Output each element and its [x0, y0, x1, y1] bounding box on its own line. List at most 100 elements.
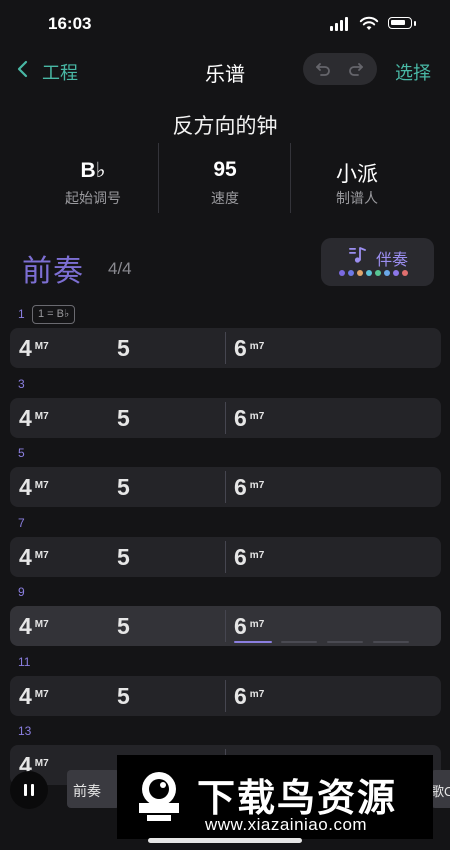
redo-icon[interactable]: [348, 62, 366, 76]
info-divider: [158, 143, 159, 213]
bird-logo-icon: [139, 772, 179, 821]
measure-row[interactable]: 4M7 5 6m7: [10, 606, 441, 646]
chord-degree: 5: [117, 682, 130, 709]
tempo-value: 95: [213, 158, 237, 181]
instrument-dot: [366, 270, 372, 276]
beat-progress-segment: [281, 641, 317, 643]
chord-quality: M7: [34, 480, 49, 491]
tempo-label: 速度: [211, 190, 239, 206]
chord[interactable]: 4 M7: [19, 474, 49, 501]
key-info[interactable]: B♭ 起始调号: [28, 158, 158, 208]
player-next-chip[interactable]: 歌C: [431, 770, 450, 808]
home-indicator[interactable]: [148, 838, 302, 843]
info-divider: [290, 143, 291, 213]
instrument-dot: [339, 270, 345, 276]
chord[interactable]: 5: [117, 335, 130, 362]
tempo-info[interactable]: 95 速度: [160, 158, 290, 208]
bar-line: [225, 610, 226, 642]
bar-line: [225, 401, 226, 434]
chord-quality: m7: [249, 410, 265, 422]
undo-redo-group: [303, 53, 377, 85]
accompaniment-button[interactable]: 伴奏: [321, 238, 434, 286]
author-info[interactable]: 小派 制谱人: [292, 158, 422, 208]
bar-number: 7: [18, 515, 25, 530]
watermark-banner: 下载鸟资源 www.xiazainiao.com: [117, 755, 433, 839]
key-value: B♭: [80, 159, 106, 182]
beat-progress-segment: [234, 641, 272, 643]
chord[interactable]: 5: [117, 683, 130, 710]
chord-degree: 4: [19, 404, 32, 431]
chord[interactable]: 6m7: [234, 405, 264, 432]
beat-progress-segment: [327, 641, 363, 643]
chord[interactable]: 5: [117, 613, 130, 640]
bar-number: 5: [18, 446, 25, 460]
chevron-left-icon[interactable]: [16, 60, 30, 78]
player-section-chip[interactable]: 前奏: [67, 770, 120, 808]
bar-number: 1: [18, 307, 25, 321]
bar-number: 11: [18, 654, 31, 669]
select-button[interactable]: 选择: [395, 59, 431, 85]
chord[interactable]: 4 M7: [19, 335, 49, 362]
chord-degree: 6: [234, 682, 247, 709]
chord[interactable]: 6m7: [234, 474, 264, 501]
chord-quality: m7: [249, 688, 265, 700]
chord[interactable]: 6m7: [234, 683, 264, 710]
music-note-icon: [349, 247, 366, 263]
measure-row[interactable]: 4M7 5 6m7: [10, 397, 441, 438]
instrument-dot: [348, 270, 354, 276]
chord-quality: M7: [34, 341, 49, 352]
chord-quality: M7: [34, 758, 49, 769]
chord-degree: 5: [117, 613, 130, 639]
back-button[interactable]: 工程: [42, 59, 78, 85]
bar-line: [225, 471, 226, 503]
chord[interactable]: 5: [117, 544, 130, 571]
chord-quality: m7: [249, 619, 265, 630]
beat-progress-segment: [373, 641, 409, 643]
chord[interactable]: 4 M7: [19, 544, 49, 571]
chord[interactable]: 6m7: [234, 335, 264, 362]
instrument-dot: [402, 270, 408, 276]
song-title[interactable]: 反方向的钟: [0, 110, 450, 140]
chord[interactable]: 4 M7: [19, 683, 49, 710]
battery-icon: [388, 17, 412, 29]
measure-row[interactable]: 4M7 5 6m7: [10, 467, 441, 507]
chord-degree: 6: [234, 335, 247, 361]
chord-degree: 5: [117, 404, 130, 431]
chord-degree: 6: [234, 613, 247, 639]
chord[interactable]: 4 M7: [19, 613, 49, 640]
accompaniment-label: 伴奏: [376, 252, 409, 269]
chord[interactable]: 4 M7: [19, 405, 49, 432]
chord-degree: 5: [117, 543, 130, 570]
player-chip-label: 前奏: [73, 783, 101, 799]
chord-quality: M7: [34, 619, 49, 630]
chord-quality: M7: [34, 410, 49, 422]
section-name[interactable]: 前奏: [22, 246, 84, 290]
chord[interactable]: 6m7: [234, 544, 264, 571]
wifi-icon: [359, 16, 379, 30]
author-value: 小派: [336, 163, 378, 186]
bar-number: 3: [18, 376, 25, 391]
chord-degree: 4: [19, 682, 32, 709]
key-badge[interactable]: 1 = B♭: [32, 305, 76, 324]
time-signature: 4/4: [108, 259, 132, 278]
bar-number: 13: [18, 724, 32, 738]
pause-button[interactable]: [10, 771, 48, 809]
chord[interactable]: 5: [117, 405, 130, 432]
chord[interactable]: 6m7: [234, 613, 264, 640]
measure-row[interactable]: 4M7 5 6m7: [10, 328, 441, 368]
chord-degree: 5: [117, 474, 130, 500]
instrument-dot: [384, 270, 390, 276]
author-label: 制谱人: [336, 190, 378, 206]
measure-row[interactable]: 4M7 5 6m7: [10, 536, 441, 577]
chord[interactable]: 5: [117, 474, 130, 501]
bar-line: [225, 679, 226, 712]
undo-icon[interactable]: [313, 62, 331, 76]
bar-line: [225, 540, 226, 573]
chord-degree: 6: [234, 404, 247, 431]
chord-quality: m7: [249, 480, 265, 491]
chord-degree: 5: [117, 335, 130, 361]
instrument-dot: [393, 270, 399, 276]
measure-row[interactable]: 4M7 5 6m7: [10, 675, 441, 716]
pause-icon: [31, 784, 34, 796]
bar-line: [225, 332, 226, 364]
